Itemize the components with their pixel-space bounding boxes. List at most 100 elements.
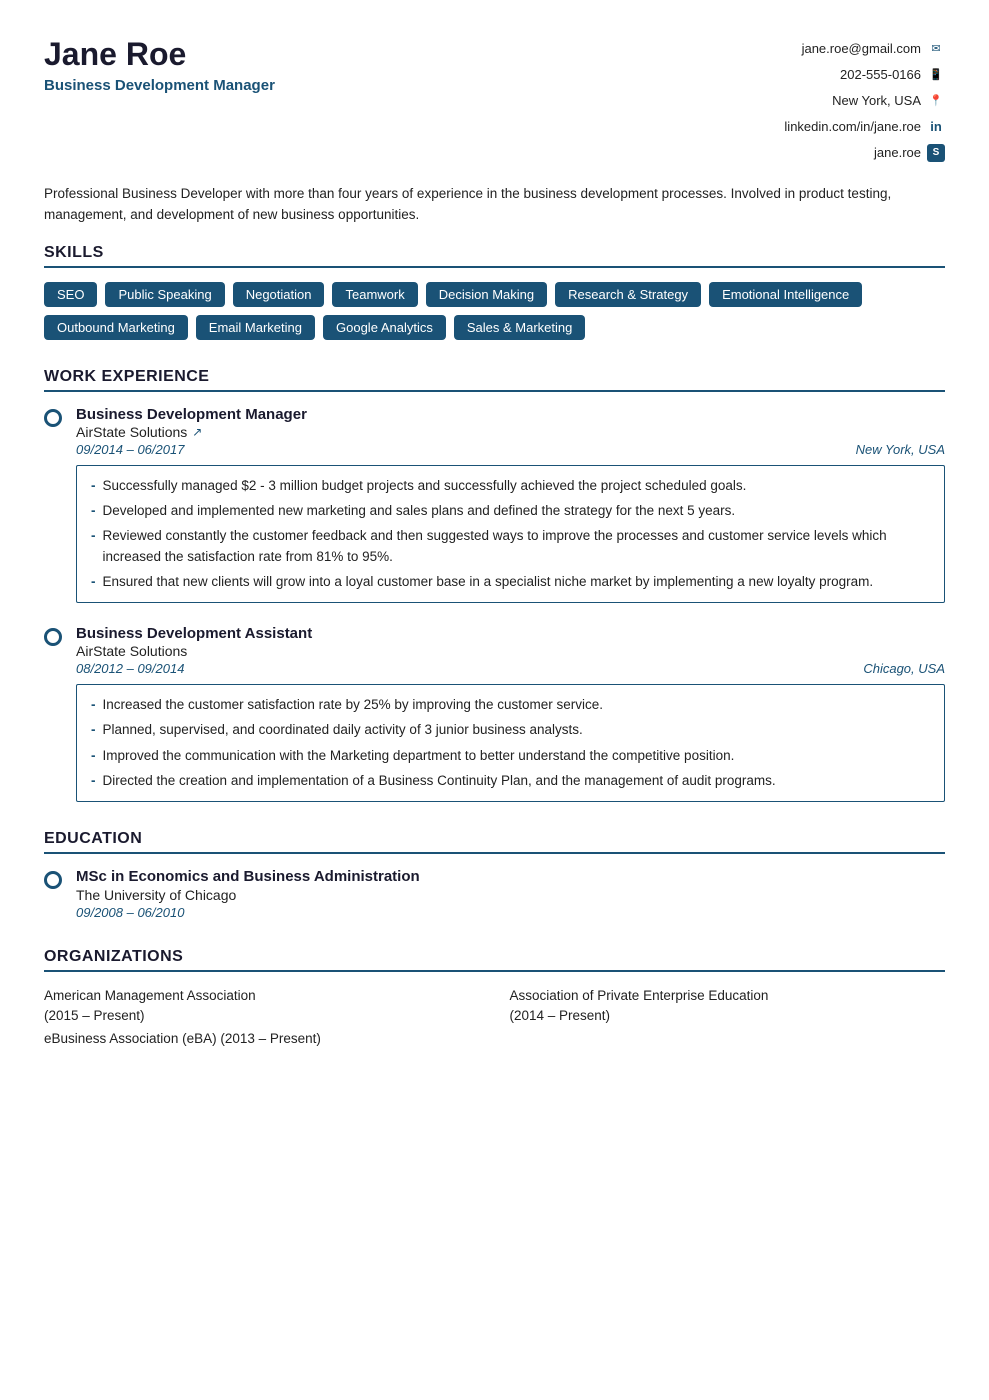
external-link-icon[interactable]: ↗ [192, 425, 202, 439]
edu-degree: MSc in Economics and Business Administra… [76, 868, 420, 885]
work-bullet: - Ensured that new clients will grow int… [91, 572, 930, 592]
work-timeline [44, 625, 62, 802]
timeline-circle [44, 409, 62, 427]
org-item: American Management Association (2015 – P… [44, 986, 480, 1025]
education-section: EDUCATION MSc in Economics and Business … [44, 830, 945, 920]
company-name: AirState Solutions [76, 643, 187, 659]
work-experience-section: WORK EXPERIENCE Business Development Man… [44, 368, 945, 802]
bullet-dash: - [91, 476, 96, 496]
education-title: EDUCATION [44, 830, 945, 854]
bullet-text: Increased the customer satisfaction rate… [103, 695, 603, 715]
summary-section: Professional Business Developer with mor… [44, 184, 945, 226]
bullet-dash: - [91, 695, 96, 715]
work-items: Business Development Manager AirState So… [44, 406, 945, 802]
work-content: Business Development Manager AirState So… [76, 406, 945, 603]
email-icon: ✉ [927, 40, 945, 58]
edu-timeline-circle [44, 871, 62, 889]
work-bullet: - Developed and implemented new marketin… [91, 501, 930, 521]
timeline-circle [44, 628, 62, 646]
bullet-text: Developed and implemented new marketing … [103, 501, 736, 521]
work-bullets-box: - Successfully managed $2 - 3 million bu… [76, 465, 945, 603]
phone-row: 202-555-0166 📱 [784, 62, 945, 88]
portfolio-icon: S [927, 144, 945, 162]
bullet-text: Successfully managed $2 - 3 million budg… [103, 476, 747, 496]
skill-tag: Outbound Marketing [44, 315, 188, 340]
work-item: Business Development Assistant AirState … [44, 625, 945, 802]
bullet-dash: - [91, 572, 96, 592]
bullet-dash: - [91, 746, 96, 766]
summary-text: Professional Business Developer with mor… [44, 186, 891, 222]
work-timeline [44, 406, 62, 603]
work-company: AirState Solutions [76, 643, 945, 659]
header-name-title: Jane Roe Business Development Manager [44, 36, 275, 94]
skill-tag: Google Analytics [323, 315, 446, 340]
education-items: MSc in Economics and Business Administra… [44, 868, 945, 920]
linkedin-icon: in [927, 118, 945, 136]
bullet-dash: - [91, 720, 96, 740]
bullet-text: Improved the communication with the Mark… [103, 746, 735, 766]
work-job-title: Business Development Manager [76, 406, 945, 423]
location-text: New York, USA [832, 88, 921, 114]
work-date: 08/2012 – 09/2014 [76, 661, 184, 676]
candidate-title: Business Development Manager [44, 77, 275, 94]
portfolio-row[interactable]: jane.roe S [784, 140, 945, 166]
bullet-text: Ensured that new clients will grow into … [103, 572, 874, 592]
work-bullets-box: - Increased the customer satisfaction ra… [76, 684, 945, 802]
work-content: Business Development Assistant AirState … [76, 625, 945, 802]
edu-date: 09/2008 – 06/2010 [76, 905, 420, 920]
org-single-item: eBusiness Association (eBA) (2013 – Pres… [44, 1031, 945, 1046]
candidate-name: Jane Roe [44, 36, 275, 73]
work-location: New York, USA [856, 442, 945, 457]
work-item: Business Development Manager AirState So… [44, 406, 945, 603]
skill-tag: Research & Strategy [555, 282, 701, 307]
skill-tag: Public Speaking [105, 282, 224, 307]
organizations-title: ORGANIZATIONS [44, 948, 945, 972]
skill-tag: Teamwork [332, 282, 417, 307]
resume-header: Jane Roe Business Development Manager ja… [44, 36, 945, 166]
skills-tags-container: SEO Public Speaking Negotiation Teamwork Dec… [44, 282, 945, 340]
org-years: (2015 – Present) [44, 1008, 145, 1023]
work-date-location: 08/2012 – 09/2014 Chicago, USA [76, 661, 945, 676]
skill-tag: Decision Making [426, 282, 547, 307]
skill-tag: Negotiation [233, 282, 325, 307]
education-item: MSc in Economics and Business Administra… [44, 868, 945, 920]
org-name: American Management Association [44, 988, 256, 1003]
company-name: AirState Solutions [76, 424, 187, 440]
location-row: New York, USA 📍 [784, 88, 945, 114]
work-company: AirState Solutions ↗ [76, 424, 945, 440]
bullet-text: Reviewed constantly the customer feedbac… [103, 526, 931, 567]
work-bullet: - Increased the customer satisfaction ra… [91, 695, 930, 715]
skills-title: SKILLS [44, 244, 945, 268]
edu-timeline [44, 868, 62, 920]
work-bullet: - Improved the communication with the Ma… [91, 746, 930, 766]
org-name: Association of Private Enterprise Educat… [510, 988, 769, 1003]
work-bullet: - Reviewed constantly the customer feedb… [91, 526, 930, 567]
work-bullet: - Successfully managed $2 - 3 million bu… [91, 476, 930, 496]
phone-text: 202-555-0166 [840, 62, 921, 88]
linkedin-row[interactable]: linkedin.com/in/jane.roe in [784, 114, 945, 140]
location-icon: 📍 [927, 92, 945, 110]
bullet-dash: - [91, 526, 96, 567]
contact-info: jane.roe@gmail.com ✉ 202-555-0166 📱 New … [784, 36, 945, 166]
edu-content: MSc in Economics and Business Administra… [76, 868, 420, 920]
bullet-dash: - [91, 501, 96, 521]
work-date: 09/2014 – 06/2017 [76, 442, 184, 457]
work-bullet: - Directed the creation and implementati… [91, 771, 930, 791]
org-years: (2014 – Present) [510, 1008, 611, 1023]
bullet-text: Planned, supervised, and coordinated dai… [103, 720, 583, 740]
edu-school: The University of Chicago [76, 887, 420, 903]
work-section-title: WORK EXPERIENCE [44, 368, 945, 392]
email-text: jane.roe@gmail.com [802, 36, 921, 62]
bullet-dash: - [91, 771, 96, 791]
portfolio-text: jane.roe [874, 140, 921, 166]
skill-tag: SEO [44, 282, 97, 307]
linkedin-text: linkedin.com/in/jane.roe [784, 114, 921, 140]
email-row: jane.roe@gmail.com ✉ [784, 36, 945, 62]
organizations-section: ORGANIZATIONS American Management Associ… [44, 948, 945, 1046]
work-date-location: 09/2014 – 06/2017 New York, USA [76, 442, 945, 457]
organizations-grid: American Management Association (2015 – P… [44, 986, 945, 1025]
skills-section: SKILLS SEO Public Speaking Negotiation Team… [44, 244, 945, 340]
bullet-text: Directed the creation and implementation… [103, 771, 776, 791]
phone-icon: 📱 [927, 66, 945, 84]
skill-tag: Sales & Marketing [454, 315, 586, 340]
